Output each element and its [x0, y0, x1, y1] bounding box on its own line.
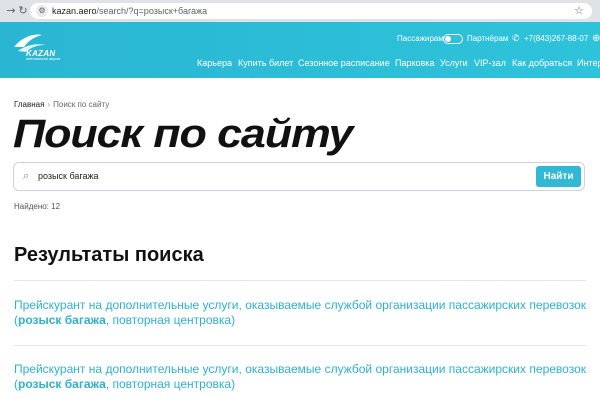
results-heading: Результаты поиска: [14, 244, 204, 266]
result-text: , повторная центровка): [105, 313, 236, 327]
nav-seasonal-schedule[interactable]: Сезонное расписание: [298, 57, 390, 69]
site-info-icon[interactable]: ⚙: [36, 5, 48, 17]
divider: [14, 345, 586, 346]
breadcrumb-current: Поиск по сайту: [53, 100, 110, 109]
breadcrumb: Главная › Поиск по сайту: [14, 100, 109, 110]
phone-number[interactable]: +7(843)267-88-07: [524, 34, 588, 44]
result-text: Прейскурант на дополнительные услуги, ок…: [14, 298, 527, 312]
logo-subtext: international airport: [26, 56, 61, 61]
reload-icon[interactable]: ↻: [16, 4, 30, 18]
globe-icon[interactable]: ⊕: [592, 33, 600, 45]
breadcrumb-home-link[interactable]: Главная: [14, 100, 44, 109]
results-count: Найдено: 12: [14, 202, 61, 211]
result-highlight: розыск багажа: [18, 377, 106, 391]
phone-icon: ✆: [512, 34, 520, 44]
site-header: KAZAN international airport Пассажирам П…: [0, 22, 600, 78]
url-text: kazan.aero/search/?q=розыск+багажа: [52, 6, 208, 16]
nav-vip-lounge[interactable]: VIP-зал: [474, 57, 506, 69]
toggle-knob: [445, 36, 451, 42]
nav-career[interactable]: Карьера: [197, 57, 232, 69]
nav-how-to-get[interactable]: Как добраться: [512, 57, 572, 69]
divider: [14, 280, 586, 281]
breadcrumb-separator-icon: ›: [47, 100, 51, 109]
result-link[interactable]: Прейскурант на дополнительные услуги, ок…: [14, 362, 586, 392]
nav-parking[interactable]: Парковка: [395, 57, 434, 69]
result-link[interactable]: Прейскурант на дополнительные услуги, ок…: [14, 298, 586, 328]
search-button[interactable]: Найти: [536, 166, 581, 187]
result-text: , повторная центровка): [105, 377, 236, 391]
kazan-airport-logo[interactable]: KAZAN international airport: [12, 31, 64, 67]
nav-services[interactable]: Услуги: [440, 57, 468, 69]
address-bar[interactable]: ⚙ kazan.aero/search/?q=розыск+багажа ☆: [30, 3, 592, 19]
result-highlight: розыск багажа: [18, 313, 106, 327]
page-title: Поиск по сайту: [13, 112, 353, 156]
search-form: ⌕ Найти: [13, 162, 585, 191]
result-text: Прейскурант на дополнительные услуги, ок…: [14, 362, 527, 376]
search-input[interactable]: [38, 168, 518, 184]
browser-toolbar: → ↻ ⚙ kazan.aero/search/?q=розыск+багажа…: [0, 0, 600, 22]
bookmark-star-icon[interactable]: ☆: [574, 4, 584, 18]
passengers-link[interactable]: Пассажирам: [397, 34, 444, 44]
nav-more[interactable]: Интер: [577, 57, 600, 69]
audience-toggle[interactable]: [443, 34, 463, 44]
search-icon: ⌕: [23, 169, 30, 182]
nav-buy-ticket[interactable]: Купить билет: [238, 57, 293, 69]
partners-link[interactable]: Партнёрам: [467, 34, 508, 44]
